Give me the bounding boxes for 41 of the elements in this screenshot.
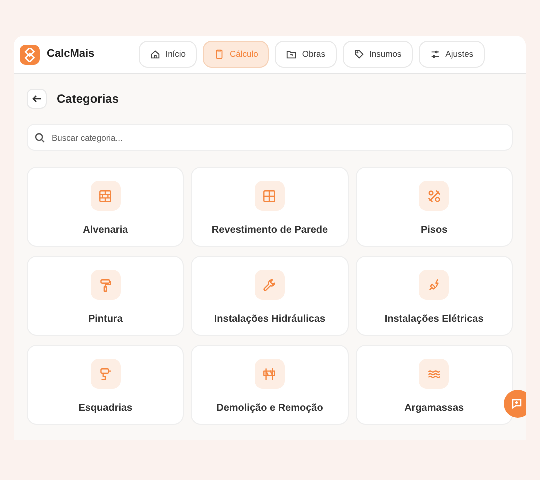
category-label: Instalações Hidráulicas <box>214 313 326 327</box>
category-label: Instalações Elétricas <box>384 313 484 327</box>
wrench-icon <box>254 270 285 300</box>
category-card[interactable]: Instalações Elétricas <box>356 256 513 336</box>
category-card[interactable]: Pintura <box>27 256 184 336</box>
tag-icon <box>354 49 365 60</box>
nav-tab[interactable]: Obras <box>275 41 337 68</box>
category-label: Alvenaria <box>83 224 128 238</box>
brick-wall-icon <box>90 181 121 211</box>
category-label: Esquadrias <box>78 402 133 416</box>
category-card[interactable]: Instalações Hidráulicas <box>191 256 349 336</box>
category-card[interactable]: Demolição e Remoção <box>191 345 349 425</box>
category-card[interactable]: Argamassas <box>356 345 513 425</box>
chat-icon <box>512 399 522 409</box>
back-button[interactable] <box>27 89 47 109</box>
paint-roller-icon <box>90 270 121 300</box>
sliders-icon <box>430 49 441 60</box>
category-card[interactable]: Alvenaria <box>27 167 184 247</box>
folder-icon <box>286 49 298 60</box>
grid-icon <box>254 181 285 211</box>
logo-icon <box>20 44 40 64</box>
back-arrow-icon <box>32 94 42 104</box>
search-field[interactable]: Buscar categoria... <box>27 124 513 151</box>
drill-icon <box>90 359 121 389</box>
category-label: Argamassas <box>404 402 464 416</box>
home-icon <box>150 49 161 60</box>
category-label: Revestimento de Parede <box>212 224 328 238</box>
category-card[interactable]: Revestimento de Parede <box>191 167 349 247</box>
category-label: Pintura <box>88 313 123 327</box>
nav-tab[interactable]: Insumos <box>342 41 413 68</box>
category-card[interactable]: Esquadrias <box>27 345 184 425</box>
waves-icon <box>419 359 450 389</box>
category-label: Demolição e Remoção <box>216 402 324 416</box>
category-card[interactable]: Pisos <box>356 167 513 247</box>
app-name: CalcMais <box>47 47 95 62</box>
page-title: Categorias <box>57 91 120 108</box>
barrier-icon <box>254 359 285 389</box>
nav-tab[interactable]: Ajustes <box>418 41 485 68</box>
category-label: Pisos <box>420 224 448 238</box>
plug-icon <box>419 270 450 300</box>
nav-tab[interactable]: Início <box>138 41 198 68</box>
